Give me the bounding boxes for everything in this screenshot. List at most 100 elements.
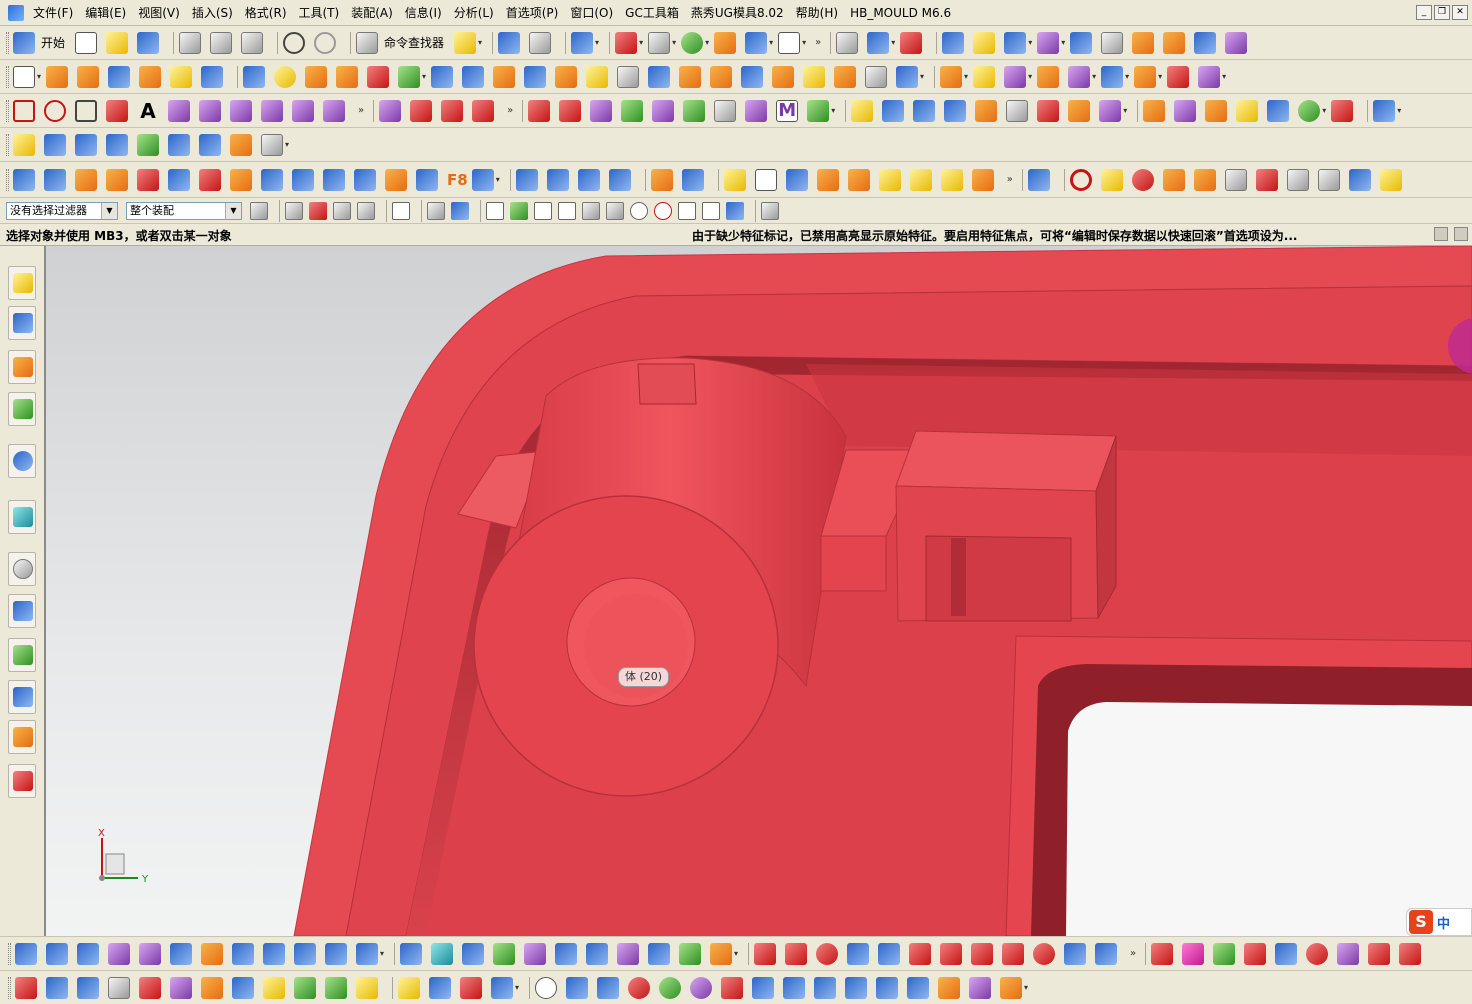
slider-icon[interactable] xyxy=(1134,65,1157,88)
corner-l-icon[interactable] xyxy=(940,942,963,965)
chamfer-icon[interactable] xyxy=(524,65,547,88)
surface-icon[interactable] xyxy=(882,99,905,122)
star-icon[interactable] xyxy=(1100,168,1123,191)
body-filter-icon[interactable] xyxy=(427,201,445,220)
patch-icon[interactable] xyxy=(621,99,644,122)
menu-tools[interactable]: 工具(T) xyxy=(293,0,346,26)
tube-icon[interactable] xyxy=(261,168,283,191)
line-icon[interactable] xyxy=(13,99,35,122)
ime-indicator[interactable]: S 中 xyxy=(1406,908,1472,936)
stock-icon[interactable] xyxy=(292,168,314,191)
return-pin-icon[interactable] xyxy=(46,942,68,965)
draft-icon[interactable] xyxy=(586,65,609,88)
mold-layer-icon[interactable] xyxy=(232,976,254,999)
electrode-icon[interactable] xyxy=(851,99,874,122)
pointer-icon[interactable] xyxy=(745,31,768,54)
dimension-icon[interactable] xyxy=(1037,31,1060,54)
color-grid-icon[interactable] xyxy=(137,168,159,191)
x-icon[interactable] xyxy=(471,168,494,191)
hatch-icon[interactable] xyxy=(1337,942,1360,965)
arc-center-icon[interactable] xyxy=(630,201,648,220)
copy-icon[interactable] xyxy=(210,31,233,54)
menu-preferences[interactable]: 首选项(P) xyxy=(500,0,565,26)
support-pillar-icon[interactable] xyxy=(232,942,254,965)
workpiece-icon[interactable] xyxy=(973,65,996,88)
wrench-blue-icon[interactable] xyxy=(597,976,620,999)
cad-icon[interactable] xyxy=(566,976,589,999)
box-frame-icon[interactable] xyxy=(75,168,97,191)
revolve-icon[interactable] xyxy=(77,65,100,88)
n-sided-icon[interactable] xyxy=(1006,99,1029,122)
thicken-icon[interactable] xyxy=(772,65,795,88)
resource-history[interactable] xyxy=(8,552,36,586)
open-part-icon[interactable] xyxy=(13,133,35,156)
mold-assembly-icon[interactable] xyxy=(46,976,68,999)
mold-cavity-icon[interactable] xyxy=(139,976,161,999)
offset-surface-icon[interactable] xyxy=(1099,99,1122,122)
bounded-plane-icon[interactable] xyxy=(1236,99,1259,122)
trapezoid-icon[interactable] xyxy=(1225,31,1248,54)
general-selection-icon[interactable] xyxy=(250,201,268,220)
export-icon[interactable] xyxy=(106,133,128,156)
mid-point-icon[interactable] xyxy=(558,201,576,220)
database-icon[interactable] xyxy=(836,31,859,54)
resource-system-scenes[interactable] xyxy=(8,720,36,754)
mold-tools-icon[interactable] xyxy=(13,168,35,191)
helix-icon[interactable] xyxy=(261,99,283,122)
extension-icon[interactable] xyxy=(1037,99,1060,122)
region-icon[interactable] xyxy=(590,99,613,122)
join-curve-icon[interactable] xyxy=(323,99,345,122)
eye-icon[interactable] xyxy=(659,976,682,999)
hole-icon[interactable] xyxy=(108,65,131,88)
link-icon[interactable] xyxy=(1064,942,1087,965)
screw-icon[interactable] xyxy=(577,168,600,191)
orient-view-icon[interactable] xyxy=(498,31,521,54)
toolbar-grip[interactable] xyxy=(6,99,9,122)
untrim-icon[interactable] xyxy=(1174,99,1197,122)
mirror-icon[interactable] xyxy=(741,65,764,88)
crosshair-icon[interactable] xyxy=(1101,31,1124,54)
menu-file[interactable]: 文件(F) xyxy=(27,0,79,26)
clamp-icon[interactable] xyxy=(1317,168,1340,191)
gate-icon[interactable] xyxy=(1167,65,1190,88)
mesh-surface-icon[interactable] xyxy=(913,99,936,122)
checkerboard-icon[interactable] xyxy=(559,99,582,122)
mold-wizard-icon[interactable] xyxy=(940,65,963,88)
point-icon[interactable] xyxy=(367,65,390,88)
clamp-blue-icon[interactable] xyxy=(876,976,899,999)
open-folder-outline-icon[interactable] xyxy=(44,133,66,156)
sprue-icon[interactable] xyxy=(139,942,161,965)
ejector-icon[interactable] xyxy=(1101,65,1124,88)
parting-icon[interactable] xyxy=(528,99,551,122)
menu-window[interactable]: 窗口(O) xyxy=(564,0,619,26)
origin-icon[interactable] xyxy=(385,168,407,191)
menu-edit[interactable]: 编辑(E) xyxy=(79,0,132,26)
close-button[interactable]: ✕ xyxy=(1452,5,1468,20)
datum-axis-icon[interactable] xyxy=(336,65,359,88)
pyramid-icon[interactable] xyxy=(1132,31,1155,54)
resource-palettes[interactable] xyxy=(8,764,36,798)
white-box-icon[interactable] xyxy=(1224,168,1247,191)
swept-icon[interactable] xyxy=(975,99,998,122)
graphics-window[interactable]: X Y 体 (20) xyxy=(46,246,1472,936)
shaded-sphere-icon[interactable] xyxy=(681,31,704,54)
needle-icon[interactable] xyxy=(1002,942,1025,965)
menu-gc-toolkit[interactable]: GC工具箱 xyxy=(619,0,685,26)
box-frame-red-icon[interactable] xyxy=(1399,942,1422,965)
grid-box-icon[interactable] xyxy=(785,168,808,191)
menu-view[interactable]: 视图(V) xyxy=(132,0,186,26)
resource-manufacturing-wizard[interactable] xyxy=(8,638,36,672)
pattern-icon[interactable] xyxy=(710,65,733,88)
through-curves-icon[interactable] xyxy=(944,99,967,122)
new-file-icon[interactable] xyxy=(75,31,98,54)
trim-sheet-icon[interactable] xyxy=(1143,99,1166,122)
bridge-curve-icon[interactable] xyxy=(292,99,314,122)
import-icon[interactable] xyxy=(137,133,159,156)
plate-icon[interactable] xyxy=(1193,168,1216,191)
pin-orange-icon[interactable] xyxy=(1000,976,1023,999)
trim-solid-icon[interactable] xyxy=(354,168,376,191)
hash-icon[interactable] xyxy=(971,168,994,191)
play-icon[interactable] xyxy=(1004,31,1027,54)
menu-analysis[interactable]: 分析(L) xyxy=(448,0,500,26)
align-icon[interactable] xyxy=(847,942,870,965)
